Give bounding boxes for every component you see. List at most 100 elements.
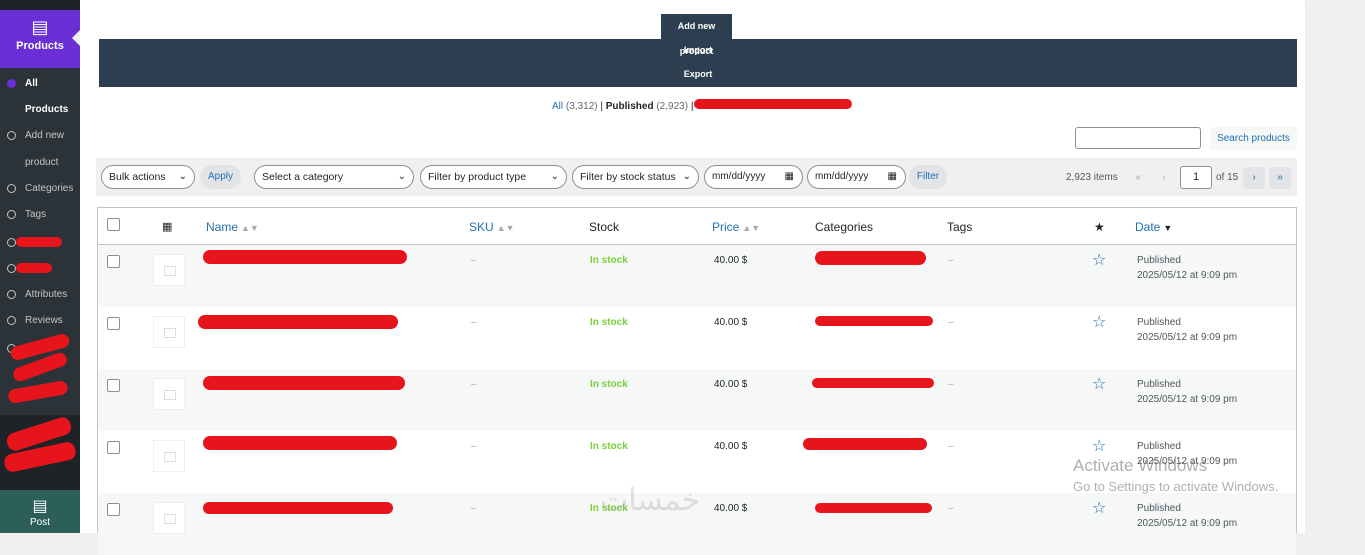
redaction-mark (16, 237, 62, 247)
product-thumbnail (153, 254, 185, 286)
first-page-button[interactable]: « (1127, 167, 1149, 189)
total-pages: of 15 (1216, 172, 1239, 183)
date-from-input[interactable]: mm/dd/yyyy ▦ (704, 165, 803, 189)
sidebar-item-label: Products (16, 40, 64, 52)
submenu-item-all[interactable]: All (0, 70, 80, 96)
category-select[interactable]: Select a category ⌄ (254, 165, 414, 189)
add-new-product-button[interactable]: Add new product (661, 14, 732, 56)
image-column-icon: ▦ (162, 221, 173, 233)
submenu-item-products[interactable]: Products (0, 96, 80, 122)
submenu-item-product[interactable]: product (0, 149, 80, 175)
redaction-mark (803, 438, 927, 450)
row-checkbox[interactable] (107, 317, 120, 330)
row-checkbox[interactable] (107, 379, 120, 392)
chevron-down-icon: ⌄ (178, 171, 187, 182)
chevron-down-icon: ⌄ (550, 171, 559, 182)
search-products-button[interactable]: Search products (1210, 127, 1297, 150)
active-menu-notch (72, 30, 80, 46)
sort-icon: ▲▼ (742, 223, 761, 233)
publish-date: Published 2025/05/12 at 9:09 pm (1137, 317, 1238, 343)
image-placeholder-icon (164, 514, 176, 524)
publish-date: Published 2025/05/12 at 9:09 pm (1137, 379, 1238, 405)
select-all-checkbox[interactable] (107, 218, 120, 231)
redaction-mark (203, 376, 405, 390)
image-placeholder-icon (164, 328, 176, 338)
featured-toggle-star-icon[interactable]: ☆ (1092, 312, 1106, 332)
apply-button[interactable]: Apply (200, 165, 241, 189)
page-scrollbar[interactable] (1355, 0, 1365, 533)
radio-dot-icon (7, 79, 16, 88)
current-page-input[interactable]: 1 (1180, 166, 1212, 189)
column-price[interactable]: Price ▲▼ (712, 220, 760, 234)
import-button[interactable]: Import (658, 45, 738, 55)
redaction-mark (815, 503, 932, 513)
next-page-button[interactable]: › (1243, 167, 1265, 189)
table-header: ▦ Name ▲▼ SKU ▲▼ Stock Price ▲▼ Categories … (98, 208, 1296, 245)
radio-dot-icon (7, 210, 16, 219)
column-tags: Tags (947, 220, 973, 234)
filter-button[interactable]: Filter (909, 165, 947, 189)
column-sku[interactable]: SKU ▲▼ (469, 220, 515, 234)
product-thumbnail (153, 440, 185, 472)
submenu-item-reviews[interactable]: Reviews (0, 307, 80, 333)
calendar-icon: ▦ (887, 171, 897, 182)
image-placeholder-icon (164, 452, 176, 462)
radio-dot-icon (7, 131, 16, 140)
chevron-down-icon: ⌄ (397, 171, 406, 182)
row-checkbox[interactable] (107, 441, 120, 454)
prev-page-button[interactable]: ‹ (1153, 167, 1175, 189)
redaction-mark (203, 250, 407, 264)
row-checkbox[interactable] (107, 503, 120, 516)
last-page-button[interactable]: » (1269, 167, 1291, 189)
product-thumbnail (153, 502, 185, 534)
column-categories: Categories (815, 220, 874, 234)
bulk-actions-select[interactable]: Bulk actions ⌄ (101, 165, 195, 189)
submenu-item-attributes[interactable]: Attributes (0, 281, 80, 307)
submenu-item-add-new[interactable]: Add new (0, 122, 80, 148)
featured-toggle-star-icon[interactable]: ☆ (1092, 498, 1106, 518)
sidebar-item-products[interactable]: ▤ Products (0, 10, 80, 68)
view-all-link[interactable]: All (3,312) (552, 101, 598, 112)
radio-dot-icon (7, 184, 16, 193)
export-button[interactable]: Export (658, 69, 738, 79)
publish-date: Published 2025/05/12 at 9:09 pm (1137, 503, 1238, 529)
archive-icon: ▤ (31, 17, 49, 37)
site-watermark: خمسات (600, 483, 701, 518)
sort-icon: ▲▼ (241, 223, 259, 233)
admin-sidebar: ▤ Products All Products Add new product … (0, 0, 80, 533)
calendar-icon: ▦ (784, 171, 794, 182)
search-input[interactable] (1075, 127, 1201, 149)
sort-desc-icon: ▼ (1163, 223, 1173, 233)
sidebar-item-posts[interactable]: ▤ Post (0, 490, 80, 533)
publish-date: Published 2025/05/12 at 9:09 pm (1137, 255, 1238, 281)
submenu-item-tags[interactable]: Tags (0, 201, 80, 227)
image-placeholder-icon (164, 266, 176, 276)
column-date[interactable]: Date ▼ (1135, 220, 1172, 234)
radio-dot-icon (7, 238, 16, 247)
row-checkbox[interactable] (107, 255, 120, 268)
status-views: All (3,312) | Published (2,923) | (552, 101, 694, 112)
windows-activation-notice: Activate Windows Go to Settings to activ… (1073, 456, 1279, 494)
product-type-select[interactable]: Filter by product type ⌄ (420, 165, 567, 189)
redaction-mark (203, 502, 393, 514)
column-stock: Stock (589, 220, 620, 234)
stock-status-select[interactable]: Filter by stock status ⌄ (572, 165, 699, 189)
radio-dot-icon (7, 290, 16, 299)
chevron-down-icon: ⌄ (682, 171, 691, 182)
redaction-mark (812, 378, 934, 388)
featured-toggle-star-icon[interactable]: ☆ (1092, 436, 1106, 456)
sort-icon: ▲▼ (496, 223, 515, 233)
date-to-input[interactable]: mm/dd/yyyy ▦ (807, 165, 906, 189)
redaction-mark (815, 251, 926, 265)
featured-star-icon: ★ (1094, 220, 1105, 234)
redaction-mark (203, 436, 397, 450)
view-published-link[interactable]: Published (2,923) (606, 101, 688, 112)
featured-toggle-star-icon[interactable]: ☆ (1092, 374, 1106, 394)
submenu-item-categories[interactable]: Categories (0, 175, 80, 201)
image-placeholder-icon (164, 390, 176, 400)
items-count: 2,923 items (1066, 172, 1118, 183)
redaction-mark (16, 263, 52, 273)
radio-dot-icon (7, 316, 16, 325)
column-name[interactable]: Name ▲▼ (206, 220, 259, 234)
featured-toggle-star-icon[interactable]: ☆ (1092, 250, 1106, 270)
